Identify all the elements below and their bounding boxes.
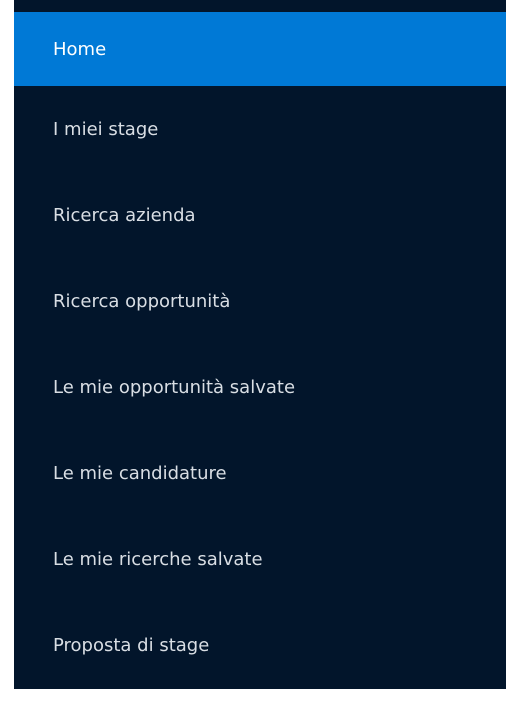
sidebar-nav: Home I miei stage Ricerca azienda Ricerc… xyxy=(14,0,506,689)
sidebar-item-home[interactable]: Home xyxy=(14,12,506,86)
sidebar-item-label: Home xyxy=(53,38,107,60)
sidebar-item-label: Le mie candidature xyxy=(53,462,227,484)
sidebar-item-my-applications[interactable]: Le mie candidature xyxy=(14,430,506,516)
page-frame: Home I miei stage Ricerca azienda Ricerc… xyxy=(0,0,506,701)
sidebar-item-label: Ricerca opportunità xyxy=(53,290,231,312)
sidebar-item-opportunity-search[interactable]: Ricerca opportunità xyxy=(14,258,506,344)
sidebar-item-label: I miei stage xyxy=(53,118,159,140)
sidebar-item-label: Le mie ricerche salvate xyxy=(53,548,263,570)
sidebar-item-label: Ricerca azienda xyxy=(53,204,196,226)
sidebar-item-my-internships[interactable]: I miei stage xyxy=(14,86,506,172)
sidebar-item-saved-searches[interactable]: Le mie ricerche salvate xyxy=(14,516,506,602)
sidebar-item-saved-opportunities[interactable]: Le mie opportunità salvate xyxy=(14,344,506,430)
sidebar-item-label: Proposta di stage xyxy=(53,634,210,656)
sidebar-item-company-search[interactable]: Ricerca azienda xyxy=(14,172,506,258)
sidebar-menu: Home I miei stage Ricerca azienda Ricerc… xyxy=(14,12,506,688)
sidebar-item-label: Le mie opportunità salvate xyxy=(53,376,296,398)
sidebar-item-internship-proposal[interactable]: Proposta di stage xyxy=(14,602,506,688)
sidebar-top-strip xyxy=(14,0,506,12)
